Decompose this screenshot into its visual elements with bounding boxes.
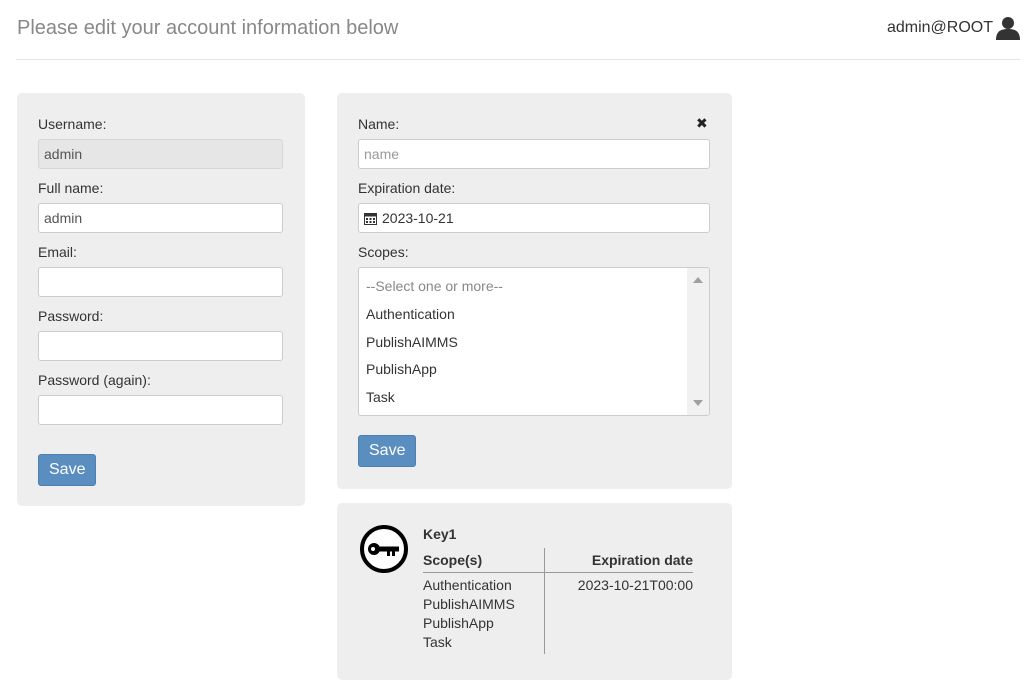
fullname-label: Full name:: [38, 180, 104, 196]
key-expiration-value: 2023-10-21T00:00: [577, 577, 693, 593]
key-form-panel: Name: ✖ Expiration date: 2023-10-21 Scop…: [337, 93, 732, 489]
scope-option-task[interactable]: Task: [366, 389, 395, 405]
key-save-button[interactable]: Save: [358, 435, 417, 467]
scope-option-publishapp[interactable]: PublishApp: [366, 361, 437, 377]
calendar-icon: [364, 212, 377, 225]
expiration-date-field[interactable]: 2023-10-21: [358, 203, 710, 233]
scopes-scrollbar[interactable]: [687, 268, 709, 415]
close-icon[interactable]: ✖: [696, 115, 708, 132]
expiration-date-value: 2023-10-21: [382, 210, 454, 226]
user-name[interactable]: admin@ROOT: [887, 19, 993, 37]
key-scope-item: PublishAIMMS: [423, 596, 515, 612]
key-icon: [360, 525, 408, 573]
scopes-label: Scopes:: [358, 244, 409, 260]
scroll-down-icon[interactable]: [693, 400, 703, 406]
expiration-label: Expiration date:: [358, 180, 456, 196]
scope-option-placeholder[interactable]: --Select one or more--: [366, 278, 503, 294]
scopes-multiselect[interactable]: --Select one or more-- Authentication Pu…: [358, 267, 710, 416]
key-name-input[interactable]: [358, 139, 710, 169]
scopes-column-header: Scope(s): [423, 552, 483, 568]
account-save-button[interactable]: Save: [38, 454, 97, 486]
key-name: Key1: [423, 526, 457, 542]
expiration-column-header: Expiration date: [591, 552, 693, 568]
username-field: [38, 139, 283, 169]
header-divider: [16, 59, 1020, 60]
password-again-field[interactable]: [38, 395, 283, 425]
scroll-up-icon[interactable]: [693, 277, 703, 283]
scope-option-publishaimms[interactable]: PublishAIMMS: [366, 334, 458, 350]
account-panel: Username: Full name: Email: Password: Pa…: [17, 93, 305, 506]
user-icon[interactable]: [996, 16, 1020, 40]
fullname-field[interactable]: [38, 203, 283, 233]
key-scope-item: Task: [423, 634, 452, 650]
key-scope-item: Authentication: [423, 577, 512, 593]
password-again-label: Password (again):: [38, 372, 151, 388]
name-label: Name:: [358, 116, 400, 132]
email-label: Email:: [38, 244, 77, 260]
page-title: Please edit your account information bel…: [17, 17, 399, 39]
password-field[interactable]: [38, 331, 283, 361]
email-field[interactable]: [38, 267, 283, 297]
table-header-divider: [423, 572, 693, 573]
password-label: Password:: [38, 308, 104, 324]
scope-option-authentication[interactable]: Authentication: [366, 306, 455, 322]
user-menu[interactable]: admin@ROOT: [887, 16, 1020, 40]
table-column-divider: [544, 548, 545, 654]
key-card: Key1 Scope(s) Expiration date Authentica…: [337, 503, 732, 680]
username-label: Username:: [38, 116, 107, 132]
key-scope-item: PublishApp: [423, 615, 494, 631]
